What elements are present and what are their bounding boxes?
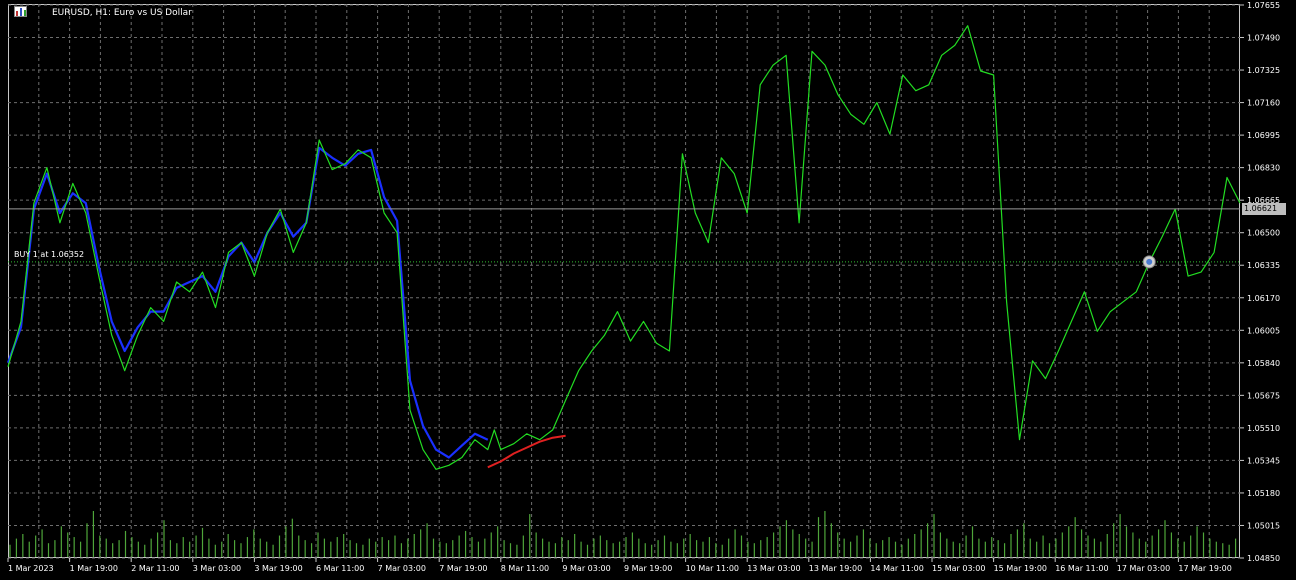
trade-arrow-icon-core bbox=[1146, 258, 1153, 265]
x-tick-label: 1 Mar 2023 bbox=[8, 564, 54, 573]
bar-chart-icon[interactable] bbox=[14, 6, 46, 19]
y-tick-label: 1.07325 bbox=[1247, 66, 1280, 75]
x-tick-label: 17 Mar 03:00 bbox=[1117, 564, 1170, 573]
y-tick-label: 1.06170 bbox=[1247, 294, 1280, 303]
x-tick-label: 7 Mar 03:00 bbox=[378, 564, 426, 573]
x-tick-label: 3 Mar 19:00 bbox=[254, 564, 302, 573]
series-moving-average bbox=[6, 146, 489, 459]
y-tick-label: 1.04850 bbox=[1247, 554, 1280, 563]
trade-side: BUY bbox=[14, 250, 31, 259]
trade-qty: 1 bbox=[32, 250, 38, 259]
x-tick-label: 15 Mar 19:00 bbox=[994, 564, 1047, 573]
y-tick-label: 1.07655 bbox=[1247, 1, 1280, 10]
y-tick-label: 1.05180 bbox=[1247, 489, 1280, 498]
y-tick-label: 1.05840 bbox=[1247, 359, 1280, 368]
trade-label: BUY 1 at 1.06352 bbox=[14, 250, 84, 259]
x-tick-label: 2 Mar 11:00 bbox=[131, 564, 179, 573]
x-tick-label: 9 Mar 19:00 bbox=[624, 564, 672, 573]
price-axis: 1.07655 1.07490 1.07325 1.07160 1.06995 1.068… bbox=[1240, 1, 1280, 563]
y-tick-label: 1.06830 bbox=[1247, 164, 1280, 173]
x-tick-label: 6 Mar 11:00 bbox=[316, 564, 364, 573]
y-tick-label: 1.06005 bbox=[1247, 326, 1280, 335]
trade-price-text: at 1.06352 bbox=[40, 250, 85, 259]
x-tick-label: 17 Mar 19:00 bbox=[1178, 564, 1231, 573]
y-tick-label: 1.05675 bbox=[1247, 391, 1280, 400]
x-tick-label: 15 Mar 03:00 bbox=[932, 564, 985, 573]
x-tick-label: 13 Mar 19:00 bbox=[809, 564, 862, 573]
y-tick-label: 1.06500 bbox=[1247, 229, 1280, 238]
y-tick-label: 1.07490 bbox=[1247, 34, 1280, 43]
y-tick-label: 1.06335 bbox=[1247, 261, 1280, 270]
y-tick-label: 1.05015 bbox=[1247, 521, 1280, 530]
current-price-tag: 1.06621 bbox=[1242, 202, 1286, 215]
time-axis: 1 Mar 2023 1 Mar 19:00 2 Mar 11:00 3 Mar 03… bbox=[7, 558, 1232, 573]
y-tick-label: 1.05510 bbox=[1247, 424, 1280, 433]
x-tick-label: 13 Mar 03:00 bbox=[747, 564, 800, 573]
y-tick-label: 1.05345 bbox=[1247, 456, 1280, 465]
chart-title-bar: EURUSD, H1: Euro vs US Dollar bbox=[14, 6, 192, 20]
y-tick-label: 1.06995 bbox=[1247, 131, 1280, 140]
x-tick-label: 14 Mar 11:00 bbox=[870, 564, 923, 573]
chart-window: 1.07655 1.07490 1.07325 1.07160 1.06995 1.068… bbox=[0, 0, 1296, 580]
x-tick-label: 3 Mar 03:00 bbox=[193, 564, 241, 573]
y-tick-label: 1.07160 bbox=[1247, 99, 1280, 108]
x-tick-label: 10 Mar 11:00 bbox=[686, 564, 739, 573]
x-tick-label: 8 Mar 11:00 bbox=[501, 564, 549, 573]
volume-bars bbox=[9, 511, 1237, 557]
x-tick-label: 1 Mar 19:00 bbox=[70, 564, 118, 573]
x-tick-label: 16 Mar 11:00 bbox=[1055, 564, 1108, 573]
x-tick-label: 9 Mar 03:00 bbox=[562, 564, 610, 573]
series-prediction bbox=[487, 434, 566, 469]
chart-title: EURUSD, H1: Euro vs US Dollar bbox=[52, 8, 192, 18]
price-chart: 1.07655 1.07490 1.07325 1.07160 1.06995 1.068… bbox=[6, 1, 1280, 573]
x-tick-label: 7 Mar 19:00 bbox=[439, 564, 487, 573]
